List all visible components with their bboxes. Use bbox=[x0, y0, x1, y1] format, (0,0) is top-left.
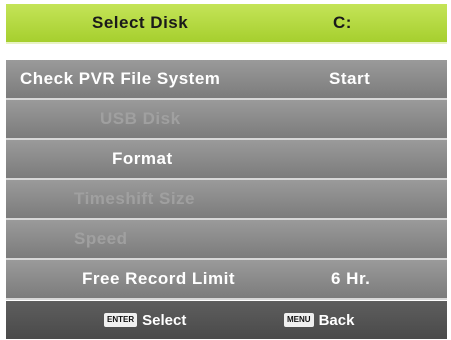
timeshift-size-label: Timeshift Size bbox=[74, 189, 195, 208]
select-disk-label: Select Disk bbox=[92, 13, 189, 32]
select-disk-value: C: bbox=[333, 13, 352, 32]
menu-row-speed: Speed bbox=[6, 220, 447, 260]
free-record-limit-label: Free Record Limit bbox=[82, 269, 236, 288]
menu-row-free-record-limit[interactable]: Free Record Limit 6 Hr. bbox=[6, 260, 447, 300]
check-pvr-file-system-value: Start bbox=[329, 69, 371, 88]
menu-row-timeshift-size: Timeshift Size bbox=[6, 180, 447, 220]
back-hint[interactable]: MENU Back bbox=[284, 301, 354, 339]
menu-row-format[interactable]: Format bbox=[6, 140, 447, 180]
select-hint[interactable]: ENTER Select bbox=[104, 301, 186, 339]
select-hint-label: Select bbox=[142, 311, 187, 329]
menu-key-icon: MENU bbox=[284, 313, 314, 327]
free-record-limit-value: 6 Hr. bbox=[331, 269, 371, 288]
enter-key-icon: ENTER bbox=[104, 313, 138, 327]
format-label: Format bbox=[112, 149, 173, 168]
footer-hint-bar: ENTER Select MENU Back bbox=[6, 301, 447, 339]
check-pvr-file-system-label: Check PVR File System bbox=[20, 69, 221, 88]
back-hint-label: Back bbox=[318, 311, 355, 329]
usb-disk-label: USB Disk bbox=[100, 109, 181, 128]
pvr-settings-menu: Select Disk C: Check PVR File System Sta… bbox=[6, 4, 447, 339]
menu-row-usb-disk: USB Disk bbox=[6, 100, 447, 140]
menu-row-select-disk[interactable]: Select Disk C: bbox=[6, 4, 447, 44]
speed-label: Speed bbox=[74, 229, 128, 248]
menu-row-check-pvr-file-system[interactable]: Check PVR File System Start bbox=[6, 60, 447, 100]
